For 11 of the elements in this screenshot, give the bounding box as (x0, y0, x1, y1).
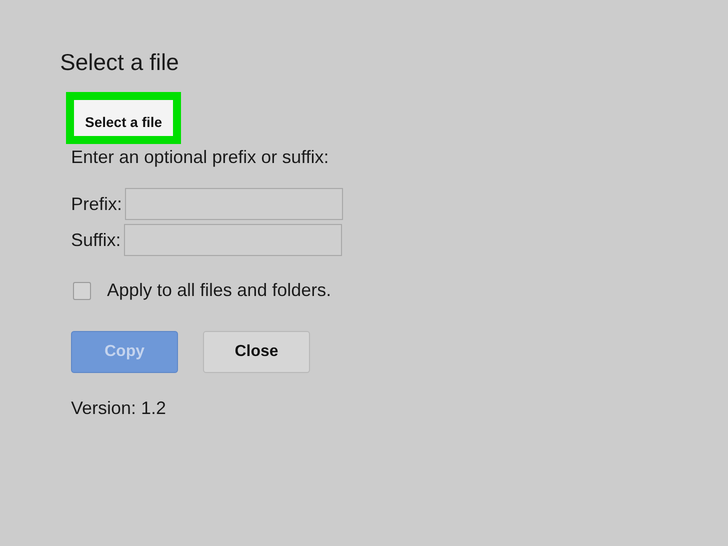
checkbox-label: Apply to all files and folders. (107, 280, 332, 301)
input-field[interactable] (124, 224, 342, 256)
select-file-button[interactable]: Select a file (74, 100, 174, 136)
instructions-text: Enter an optional prefix or suffix: (71, 146, 330, 168)
field-label: Suffix: (71, 230, 121, 250)
dialog-title: Select a file (60, 48, 180, 76)
input-field[interactable] (125, 188, 344, 220)
close-button[interactable]: Close (203, 331, 310, 373)
checkbox[interactable] (73, 282, 91, 300)
field-label: Prefix: (71, 194, 122, 214)
version-text: Version: 1.2 (71, 397, 168, 419)
